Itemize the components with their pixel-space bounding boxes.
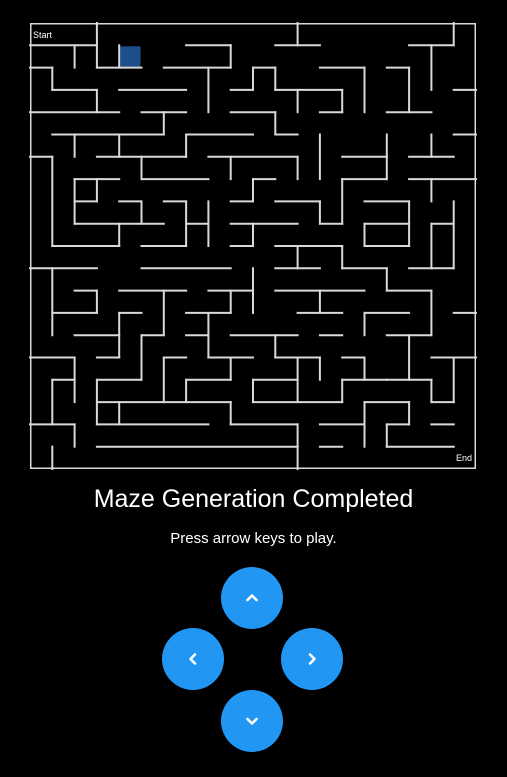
move-left-button[interactable]	[162, 628, 224, 690]
move-right-button[interactable]	[281, 628, 343, 690]
chevron-left-icon	[189, 653, 197, 665]
chevron-right-icon	[308, 653, 316, 665]
instruction-text: Press arrow keys to play.	[170, 530, 337, 547]
player-marker	[120, 46, 141, 67]
move-up-button[interactable]	[221, 567, 283, 629]
maze-board: Start End	[29, 22, 477, 470]
maze-grid	[29, 22, 477, 470]
chevron-down-icon	[246, 717, 258, 725]
end-label: End	[455, 453, 472, 463]
start-label: Start	[33, 30, 53, 40]
status-title: Maze Generation Completed	[93, 485, 414, 513]
move-down-button[interactable]	[221, 690, 283, 752]
chevron-up-icon	[246, 594, 258, 602]
